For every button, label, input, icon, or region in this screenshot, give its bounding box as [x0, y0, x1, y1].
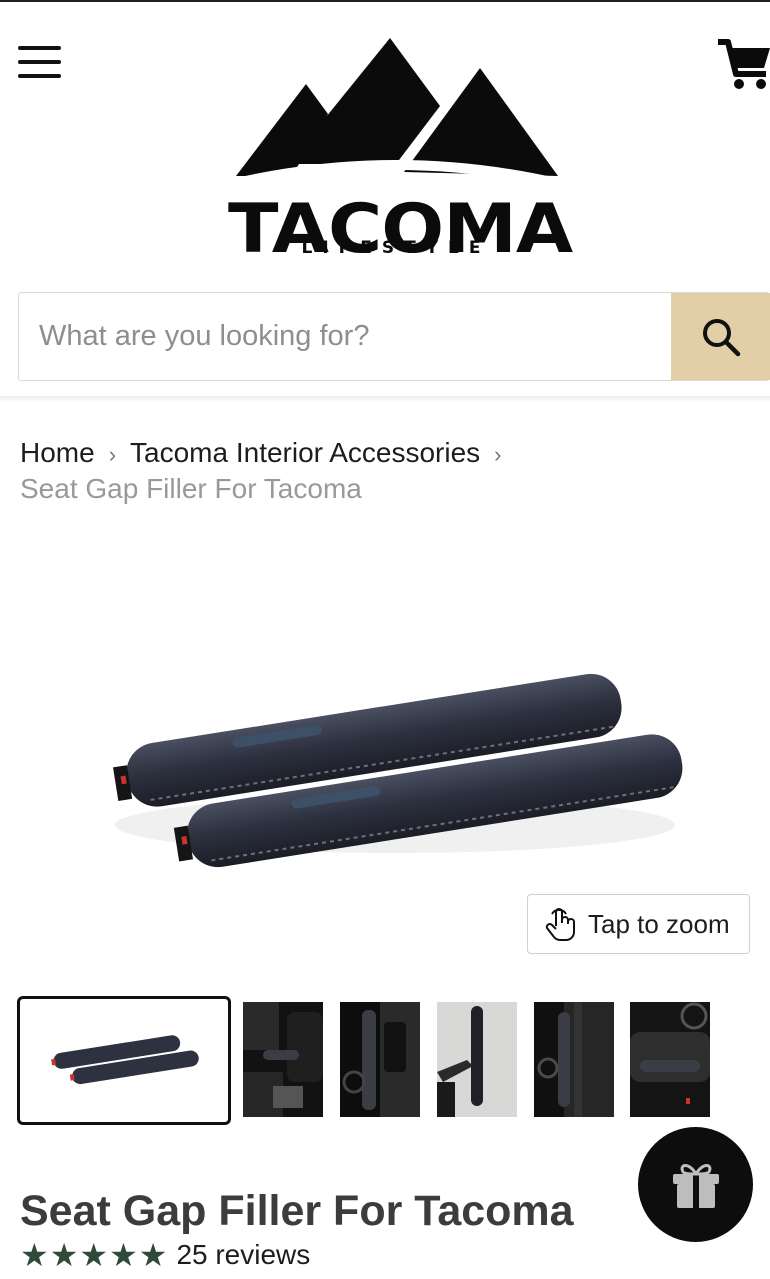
product-main-image[interactable]: [95, 615, 695, 895]
thumbnail-1[interactable]: [17, 996, 231, 1125]
thumbnail-5[interactable]: [534, 1002, 614, 1117]
tap-to-zoom-label: Tap to zoom: [588, 908, 730, 939]
thumbnail-2[interactable]: [243, 1002, 323, 1117]
top-border: [0, 0, 770, 2]
product-rating[interactable]: ★★★★★ 25 reviews: [20, 1238, 310, 1272]
breadcrumb-category[interactable]: Tacoma Interior Accessories: [130, 437, 480, 468]
breadcrumb: Home › Tacoma Interior Accessories › Seat G…: [20, 436, 760, 506]
search-icon: [702, 318, 740, 356]
thumbnail-strip: [17, 996, 717, 1126]
tap-to-zoom-button[interactable]: Tap to zoom: [527, 894, 750, 954]
breadcrumb-separator: ›: [494, 442, 502, 467]
shopping-cart-icon[interactable]: [716, 36, 770, 92]
thumbnail-3[interactable]: [340, 1002, 420, 1117]
header-divider: [0, 396, 770, 402]
breadcrumb-current: Seat Gap Filler For Tacoma: [20, 473, 362, 504]
gift-icon: [672, 1163, 719, 1208]
rating-stars: ★★★★★: [20, 1237, 169, 1273]
gift-button[interactable]: [638, 1127, 753, 1242]
review-count[interactable]: 25 reviews: [176, 1239, 310, 1271]
mountains-logo-icon: [230, 38, 562, 189]
breadcrumb-home[interactable]: Home: [20, 437, 95, 468]
thumbnail-6[interactable]: [630, 1002, 710, 1117]
product-title: Seat Gap Filler For Tacoma: [20, 1187, 574, 1235]
tap-hand-icon: [545, 908, 575, 941]
hamburger-menu-icon[interactable]: [18, 46, 62, 84]
brand-logo[interactable]: TACOMA LIFESTYLE: [228, 36, 573, 263]
search-button[interactable]: [671, 293, 770, 380]
thumbnail-4[interactable]: [437, 1002, 517, 1117]
search-bar: [18, 292, 770, 381]
breadcrumb-separator: ›: [108, 442, 117, 467]
brand-tagline: LIFESTYLE: [301, 238, 491, 258]
search-input[interactable]: [19, 293, 671, 380]
